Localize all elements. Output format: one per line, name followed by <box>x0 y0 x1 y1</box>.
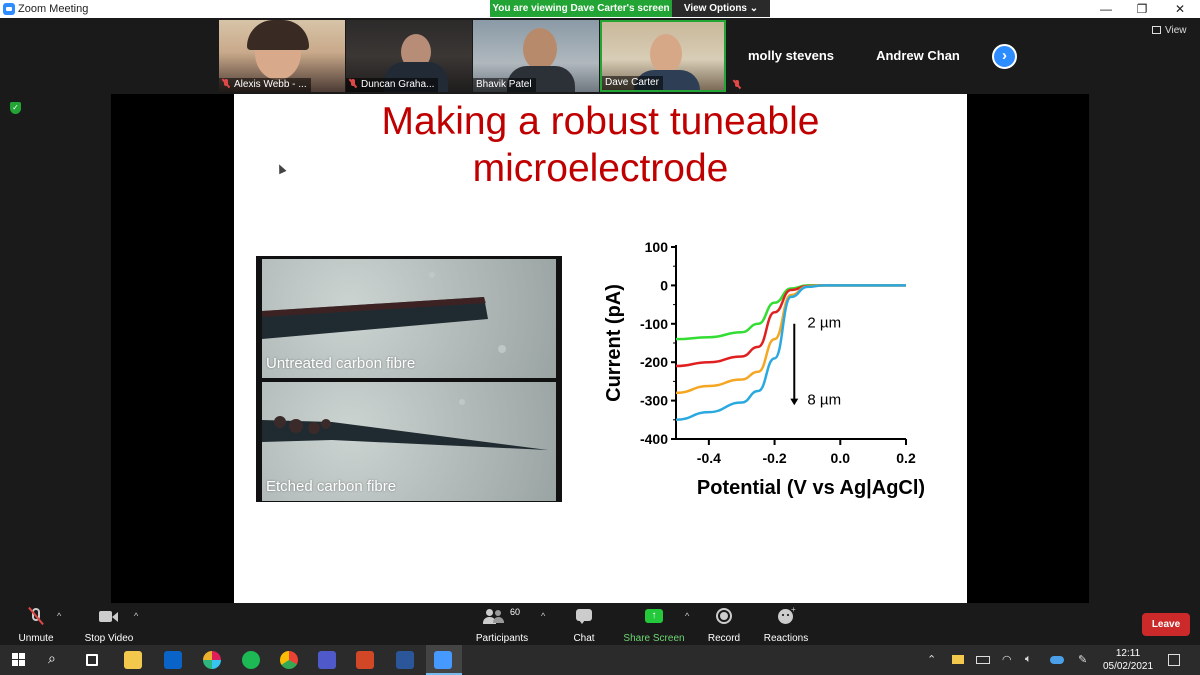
shared-screen: Making a robust tuneable microelectrode … <box>111 94 1089 603</box>
viewing-banner: You are viewing Dave Carter's screen <box>490 0 672 17</box>
video-tile[interactable]: Bhavik Patel <box>473 20 599 92</box>
participant-name: Alexis Webb - ... <box>219 78 311 92</box>
x-tick-label: -0.4 <box>697 450 721 466</box>
meeting-area: Alexis Webb - ... Duncan Graha... Bhavik… <box>0 18 1200 603</box>
meeting-toolbar: Unmute ^ Stop Video ^ 60 Participants ^ … <box>0 603 1200 645</box>
annotation-label: 2 µm <box>807 315 841 332</box>
word-icon[interactable] <box>396 651 414 669</box>
y-tick-label: -300 <box>640 393 668 409</box>
video-tile[interactable]: Alexis Webb - ... <box>219 20 345 92</box>
participants-caret-icon[interactable]: ^ <box>541 611 545 621</box>
mail-tray-icon[interactable] <box>952 655 964 664</box>
wifi-icon[interactable]: ◠ <box>1002 653 1012 666</box>
chrome-icon[interactable] <box>280 651 298 669</box>
notifications-icon[interactable] <box>1168 654 1180 666</box>
audio-options-caret-icon[interactable]: ^ <box>57 611 61 621</box>
y-tick-label: 100 <box>645 239 669 255</box>
window-title: Zoom Meeting <box>18 3 89 15</box>
y-tick-label: -200 <box>640 354 668 370</box>
pen-icon[interactable]: ✎ <box>1078 653 1087 666</box>
etched-fibre-panel: Etched carbon fibre <box>262 382 556 501</box>
annotation-label: 8 µm <box>807 391 841 408</box>
participant-name: Bhavik Patel <box>473 78 536 92</box>
untreated-fibre-panel: Untreated carbon fibre <box>262 259 556 378</box>
mic-muted-icon <box>28 606 44 627</box>
image-caption: Etched carbon fibre <box>266 478 397 495</box>
leave-button[interactable]: Leave <box>1142 613 1190 636</box>
participants-icon: 60 <box>482 607 522 627</box>
grid-icon <box>1152 26 1161 34</box>
file-explorer-icon[interactable] <box>124 651 142 669</box>
taskbar-clock[interactable]: 12:11 05/02/2021 <box>1100 647 1156 673</box>
series-line <box>675 284 906 395</box>
x-tick-label: 0.2 <box>896 450 916 466</box>
outlook-icon[interactable] <box>164 651 182 669</box>
battery-icon[interactable] <box>976 656 990 664</box>
reactions-button[interactable]: + Reactions <box>760 603 812 645</box>
onedrive-icon[interactable] <box>1050 656 1064 664</box>
share-options-caret-icon[interactable]: ^ <box>685 611 689 621</box>
participants-count: 60 <box>510 607 521 617</box>
security-shield-icon[interactable]: ✓ <box>10 102 21 114</box>
search-icon[interactable]: ⌕ <box>48 650 66 668</box>
annotation-arrowhead <box>790 398 799 406</box>
teams-icon[interactable] <box>318 651 336 669</box>
chat-bubble-icon <box>576 607 592 627</box>
show-hidden-icons-icon[interactable]: ⌃ <box>927 653 936 666</box>
video-options-caret-icon[interactable]: ^ <box>134 611 138 621</box>
x-axis-label: Potential (V vs Ag|AgCl) <box>697 477 925 499</box>
stop-video-button[interactable]: Stop Video <box>80 603 138 645</box>
y-tick-label: -100 <box>640 316 668 332</box>
x-tick-label: 0.0 <box>831 450 851 466</box>
x-tick-label: -0.2 <box>763 450 787 466</box>
series-line <box>675 284 906 341</box>
image-caption: Untreated carbon fibre <box>266 355 416 372</box>
participant-tile-no-video[interactable]: molly stevens <box>728 20 854 92</box>
smiley-icon: + <box>777 605 796 627</box>
record-button[interactable]: Record <box>702 603 746 645</box>
volume-icon[interactable]: 🔈︎ <box>1025 653 1032 666</box>
unmute-button[interactable]: Unmute <box>10 603 62 645</box>
active-speaker-tile[interactable]: Dave Carter <box>600 20 726 92</box>
view-button[interactable]: View <box>1152 25 1187 36</box>
participant-name: Duncan Graha... <box>346 78 439 92</box>
restore-icon[interactable]: ❐ <box>1122 0 1162 18</box>
mic-muted-icon <box>222 79 230 88</box>
participant-tile-no-video[interactable]: Andrew Chan <box>855 20 981 92</box>
powerpoint-icon[interactable] <box>356 651 374 669</box>
view-options-button[interactable]: View Options ⌄ <box>672 0 770 17</box>
close-icon[interactable]: ✕ <box>1160 0 1200 18</box>
record-icon <box>716 607 732 627</box>
chat-button[interactable]: Chat <box>564 603 604 645</box>
task-view-icon[interactable] <box>86 654 98 666</box>
spotify-icon[interactable] <box>242 651 260 669</box>
video-tile[interactable]: Duncan Graha... <box>346 20 472 92</box>
y-tick-label: -400 <box>640 431 668 447</box>
next-page-arrow-icon[interactable]: › <box>992 44 1017 69</box>
slack-icon[interactable] <box>203 651 221 669</box>
mic-muted-icon <box>733 80 741 89</box>
zoom-app-icon <box>3 3 15 15</box>
voltammetry-chart: 100 0 -100 -200 -300 -400 -0.4 -0.2 0.0 0.2 Potent… <box>604 239 925 499</box>
windows-taskbar: ⌕ ⌃ ◠ 🔈︎ ✎ 12:11 05/02/2021 <box>0 645 1200 675</box>
minimize-icon[interactable]: — <box>1086 0 1126 18</box>
share-screen-icon: ↑ <box>645 607 663 627</box>
microscope-image: Untreated carbon fibre Etched carbon fib… <box>256 256 562 502</box>
participants-button[interactable]: 60 Participants <box>472 603 532 645</box>
mic-muted-icon <box>349 79 357 88</box>
title-bar: Zoom Meeting You are viewing Dave Carter… <box>0 0 1200 18</box>
y-axis-label: Current (pA) <box>604 284 625 402</box>
share-screen-button[interactable]: ↑ Share Screen <box>622 603 686 645</box>
video-camera-icon <box>99 607 119 627</box>
participant-name: Dave Carter <box>602 76 663 90</box>
slide-title: Making a robust tuneable microelectrode <box>381 100 820 190</box>
y-tick-label: 0 <box>660 277 668 293</box>
active-app-highlight <box>426 645 462 675</box>
windows-start-icon[interactable] <box>12 653 26 667</box>
presentation-slide: Making a robust tuneable microelectrode … <box>234 94 967 603</box>
